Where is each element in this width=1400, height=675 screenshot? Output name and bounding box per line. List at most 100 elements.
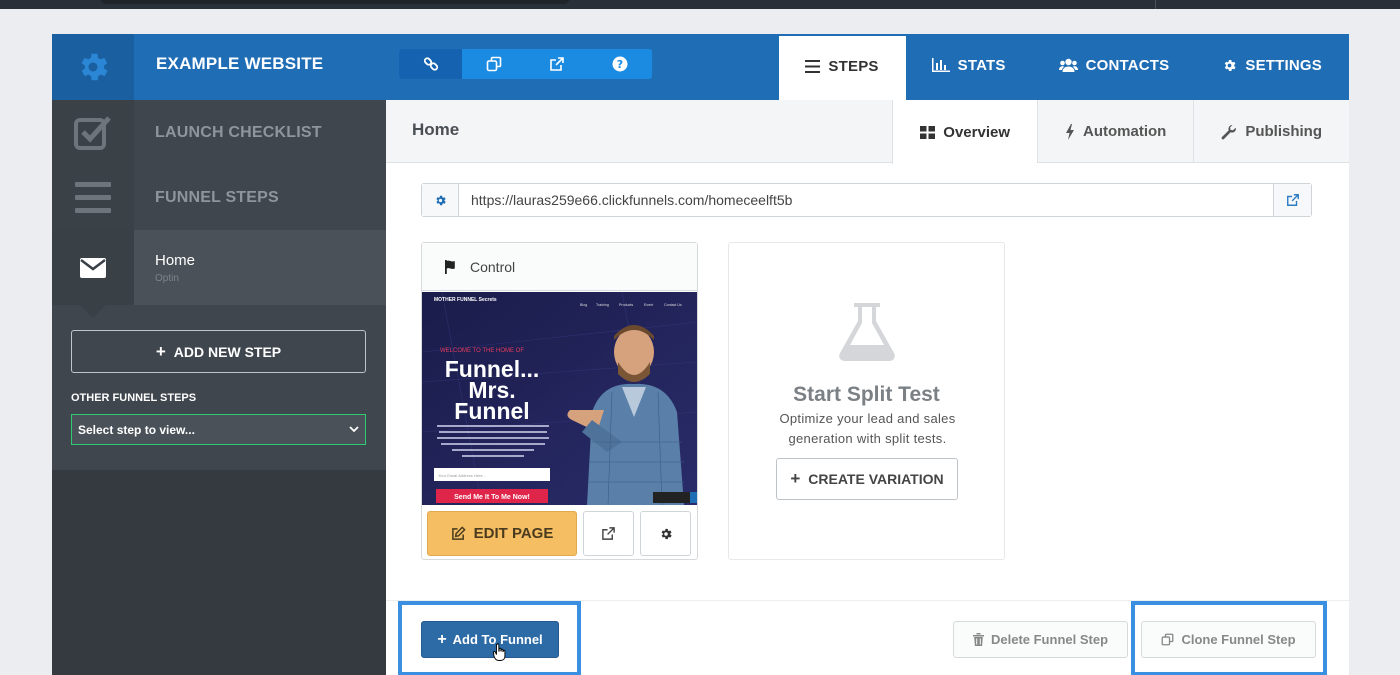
clone-icon[interactable] — [462, 49, 525, 79]
thumb-nav-item: Event — [644, 303, 653, 307]
create-variation-button[interactable]: + CREATE VARIATION — [776, 458, 958, 500]
edit-icon — [451, 526, 466, 540]
thumb-headline: Funnel — [454, 398, 529, 424]
open-page-external-link-icon[interactable] — [583, 511, 634, 556]
delete-funnel-step-label: Delete Funnel Step — [990, 632, 1109, 647]
step-name: Home — [155, 251, 196, 269]
tab-steps-label: STEPS — [828, 57, 879, 75]
site-title[interactable]: EXAMPLE WEBSITE — [156, 34, 323, 100]
delete-funnel-step-button[interactable]: Delete Funnel Step — [953, 621, 1128, 658]
sidebar-item-launch-checklist[interactable]: LAUNCH CHECKLIST — [52, 100, 386, 165]
chevron-down-icon — [349, 426, 359, 433]
bars-icon — [52, 165, 134, 230]
users-icon — [1058, 58, 1078, 72]
page-title: Home — [412, 120, 460, 139]
svg-text:?: ? — [616, 58, 622, 71]
thumb-nav-item: Contact Us — [664, 303, 682, 307]
sidebar-item-label: FUNNEL STEPS — [155, 188, 279, 206]
other-funnel-steps-label: OTHER FUNNEL STEPS — [71, 392, 197, 404]
tab-settings[interactable]: SETTINGS — [1196, 34, 1349, 100]
plus-icon: + — [155, 341, 166, 361]
thumb-nav-item: Training — [596, 303, 609, 307]
help-icon[interactable]: ? — [588, 49, 651, 79]
tab-steps[interactable]: STEPS — [779, 36, 906, 100]
hand-cursor-icon — [493, 643, 506, 661]
control-card-actions: EDIT PAGE — [427, 511, 691, 556]
sidebar: LAUNCH CHECKLIST FUNNEL STEPS Home Optin… — [52, 100, 386, 675]
thumb-nav-item: Blog — [580, 303, 587, 307]
step-footer: + Add To Funnel Delete Funnel Step Clone… — [386, 600, 1349, 675]
control-label: Control — [470, 258, 516, 275]
tab-contacts[interactable]: CONTACTS — [1033, 34, 1197, 100]
tab-automation[interactable]: Automation — [1037, 100, 1193, 163]
page-settings-gear-icon[interactable] — [640, 511, 691, 556]
browser-address-pill — [100, 0, 570, 4]
tab-automation-label: Automation — [1083, 123, 1167, 140]
top-header: EXAMPLE WEBSITE ? STEPS STATS CONTACTS S… — [52, 34, 1349, 100]
funnel-editor: EXAMPLE WEBSITE ? STEPS STATS CONTACTS S… — [52, 34, 1349, 675]
thumb-cta: Send Me It To Me Now! — [454, 494, 530, 501]
clone-funnel-step-label: Clone Funnel Step — [1181, 632, 1296, 647]
page-url-bar: https://lauras259e66.clickfunnels.com/ho… — [421, 183, 1312, 217]
wrench-icon — [1221, 124, 1237, 139]
sidebar-item-funnel-steps[interactable]: FUNNEL STEPS — [52, 165, 386, 230]
main-nav-tabs: STEPS STATS CONTACTS SETTINGS — [779, 34, 1349, 100]
link-icon[interactable] — [399, 49, 462, 79]
browser-divider — [1155, 0, 1156, 9]
tab-stats[interactable]: STATS — [906, 34, 1033, 100]
add-to-funnel-button[interactable]: + Add To Funnel — [421, 621, 559, 658]
step-select[interactable]: Select step to view... — [71, 414, 366, 445]
envelope-icon — [52, 230, 134, 305]
tab-stats-label: STATS — [957, 56, 1006, 74]
thumb-brand: MOTHER FUNNEL Secrets — [434, 297, 497, 303]
toolbar-group: ? — [399, 49, 652, 79]
sidebar-empty-area — [52, 470, 386, 675]
add-new-step-button[interactable]: + ADD NEW STEP — [71, 330, 366, 373]
plus-icon: + — [790, 469, 801, 488]
thumb-kicker: WELCOME TO THE HOME OF — [440, 348, 524, 354]
browser-top-strip — [0, 0, 1400, 9]
bars-icon — [805, 59, 821, 73]
control-page-card: Control MOTHER FUNNEL Secrets Blog Train… — [421, 242, 698, 560]
checklist-icon — [52, 100, 134, 165]
sidebar-item-label: LAUNCH CHECKLIST — [155, 123, 322, 141]
page-url[interactable]: https://lauras259e66.clickfunnels.com/ho… — [459, 192, 1273, 208]
tab-overview[interactable]: Overview — [892, 100, 1037, 164]
bolt-icon — [1066, 123, 1074, 140]
tab-publishing[interactable]: Publishing — [1193, 100, 1349, 163]
edit-page-button[interactable]: EDIT PAGE — [427, 511, 577, 556]
url-settings-gear-icon[interactable] — [422, 184, 459, 216]
clone-icon — [1162, 633, 1174, 646]
tab-publishing-label: Publishing — [1245, 123, 1322, 140]
split-test-panel: Start Split Test Optimize your lead and … — [728, 242, 1005, 560]
main-panel: Home Overview Automation Publishing http… — [386, 100, 1349, 675]
external-link-icon[interactable] — [525, 49, 588, 79]
tab-settings-label: SETTINGS — [1245, 56, 1322, 74]
bar-chart-icon — [931, 58, 950, 72]
create-variation-label: CREATE VARIATION — [808, 471, 944, 487]
page-thumbnail[interactable]: MOTHER FUNNEL Secrets Blog Training Prod… — [422, 292, 697, 505]
control-card-header: Control — [422, 243, 697, 291]
page-thumbnail-image: MOTHER FUNNEL Secrets Blog Training Prod… — [422, 292, 697, 505]
split-test-title: Start Split Test — [793, 383, 940, 406]
thumb-email-placeholder: Your Email Address Here... — [438, 473, 486, 478]
step-type: Optin — [155, 272, 179, 284]
edit-page-label: EDIT PAGE — [473, 525, 554, 542]
step-header: Home Overview Automation Publishing — [386, 100, 1349, 164]
gear-icon — [1225, 59, 1236, 71]
logo-gear-icon[interactable] — [52, 34, 134, 100]
step-subtabs: Overview Automation Publishing — [892, 100, 1349, 164]
grid-icon — [920, 125, 936, 139]
active-step-caret — [80, 305, 106, 318]
clone-funnel-step-button[interactable]: Clone Funnel Step — [1141, 621, 1316, 658]
thumb-nav-item: Products — [619, 303, 633, 307]
external-link-icon[interactable] — [1273, 184, 1311, 216]
tab-contacts-label: CONTACTS — [1085, 56, 1170, 74]
split-test-description: Optimize your lead and sales generation … — [779, 411, 956, 446]
plus-icon: + — [437, 630, 447, 648]
trash-icon — [972, 633, 984, 646]
flag-icon — [445, 259, 455, 274]
tab-overview-label: Overview — [943, 123, 1010, 141]
flask-icon — [839, 303, 895, 361]
sidebar-item-home[interactable]: Home Optin — [52, 230, 386, 305]
